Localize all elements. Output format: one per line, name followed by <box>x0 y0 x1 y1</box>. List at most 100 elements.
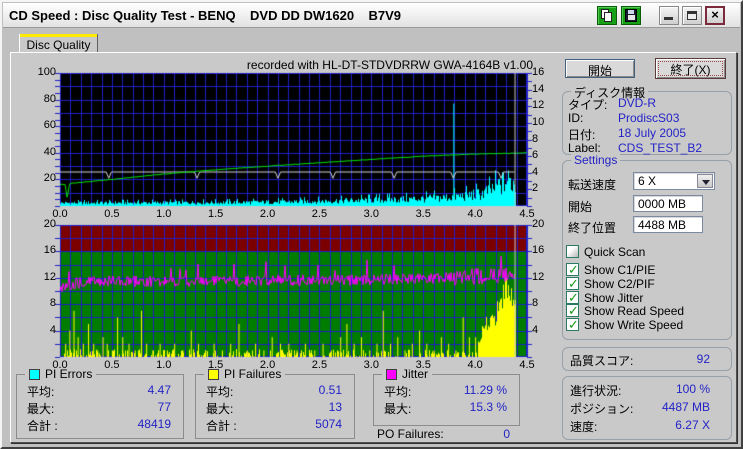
top-chart-y-right-label: 8 <box>532 132 539 145</box>
quality-score-value: 92 <box>696 352 710 366</box>
bottom-chart-y-right-label: 12 <box>532 270 545 283</box>
close-button[interactable]: × <box>705 6 725 25</box>
avg-label: 平均: <box>384 385 412 399</box>
tab-label: Disc Quality <box>26 38 91 52</box>
avg-label: 平均: <box>206 385 234 399</box>
transfer-speed-label: 転送速度 <box>568 178 617 192</box>
title-bar: CD Speed : Disc Quality Test - BENQ DVD … <box>3 3 740 28</box>
total-label: 合計 : <box>206 419 237 433</box>
copy-icon[interactable] <box>597 6 617 25</box>
checkbox-box: ✓ <box>566 303 579 318</box>
window-title: CD Speed : Disc Quality Test - BENQ DVD … <box>9 8 402 23</box>
start-button[interactable]: 開始 <box>565 59 635 78</box>
top-chart-x-label: 4.0 <box>467 208 483 220</box>
minimize-icon <box>664 17 673 20</box>
total-value: 48419 <box>137 417 171 431</box>
quality-score-label: 品質スコア: <box>570 354 634 368</box>
jitter-pif-chart-canvas <box>54 219 533 363</box>
speed-value: 6.27 X <box>675 418 710 432</box>
po-failures-value: 0 <box>503 427 510 441</box>
max-value: 77 <box>157 400 171 414</box>
maximize-button[interactable] <box>682 6 702 25</box>
top-chart-y-right-label: 16 <box>532 66 545 78</box>
jitter-swatch-icon <box>386 369 397 380</box>
bottom-chart-x-label: 4.5 <box>519 359 535 371</box>
bottom-chart-y-left-label: 16 <box>43 244 56 257</box>
disc-date-value: 18 July 2005 <box>618 126 687 140</box>
jitter-panel: Jitter 平均: 11.29 % 最大: 15.3 % <box>373 367 520 426</box>
pi-errors-chart-canvas <box>54 67 533 212</box>
bottom-chart-y-left-label: 8 <box>49 297 56 310</box>
top-chart-y-right-label: 14 <box>532 82 545 95</box>
transfer-speed-value: 6 X <box>638 174 657 188</box>
speed-label: 速度: <box>570 420 598 434</box>
app-window: CD Speed : Disc Quality Test - BENQ DVD … <box>0 0 743 449</box>
top-chart-y-right-label: 10 <box>532 115 545 128</box>
progress-value: 100 % <box>675 382 710 396</box>
bottom-chart-x-label: 2.5 <box>311 359 328 371</box>
save-icon[interactable] <box>621 6 641 25</box>
top-chart-y-left-label: 20 <box>43 172 56 185</box>
bottom-chart-y-right-label: 4 <box>532 323 539 336</box>
pi-failures-panel: PI Failures 平均: 0.51 最大: 13 合計 :5074 <box>195 367 355 439</box>
bottom-chart-x-label: 3.5 <box>415 359 431 371</box>
top-chart-x-label: 2.0 <box>259 208 276 220</box>
disc-label-value: CDS_TEST_B2 <box>618 141 703 155</box>
max-label: 最大: <box>206 402 234 416</box>
tab-disc-quality[interactable]: Disc Quality <box>19 34 98 53</box>
checkbox-box: ✓ <box>566 262 579 277</box>
bottom-chart-x-label: 4.0 <box>467 359 483 371</box>
minimize-button[interactable] <box>659 6 679 25</box>
bottom-chart-y-right-label: 20 <box>532 218 545 230</box>
top-chart-x-label: 3.5 <box>415 208 431 220</box>
top-chart-y-left-label: 80 <box>43 92 56 105</box>
start-pos-input[interactable]: 0000 MB <box>633 195 703 212</box>
top-chart-y-left-label: 60 <box>43 119 56 132</box>
page-front-icon <box>604 12 612 22</box>
top-chart-x-label: 2.5 <box>311 208 328 220</box>
top-chart-y-right-label: 6 <box>532 149 539 162</box>
total-value: 5074 <box>315 417 342 431</box>
top-chart-x-label: 1.0 <box>156 208 172 220</box>
bottom-chart-x-label: 1.5 <box>208 359 224 371</box>
position-label: ポジション: <box>570 402 634 416</box>
end-pos-label: 終了位置 <box>568 221 617 235</box>
top-chart-x-label: 0.5 <box>104 208 120 220</box>
checkbox-box: ✓ <box>566 276 579 291</box>
max-value: 13 <box>328 400 342 414</box>
transfer-speed-select[interactable]: 6 X <box>633 172 715 190</box>
bottom-chart-x-label: 0.0 <box>52 359 68 371</box>
position-value: 4487 MB <box>661 400 710 414</box>
bottom-chart-y-left-label: 20 <box>43 218 56 230</box>
chevron-down-icon[interactable] <box>697 174 713 188</box>
top-chart-x-label: 3.0 <box>363 208 379 220</box>
po-failures-label: PO Failures: <box>377 427 444 441</box>
bottom-chart-x-label: 2.0 <box>259 359 276 371</box>
stop-button[interactable]: 終了(X) <box>655 58 726 79</box>
top-chart-x-label: 1.5 <box>208 208 224 220</box>
end-pos-input[interactable]: 4488 MB <box>633 216 703 233</box>
bottom-chart-y-right-label: 8 <box>532 297 539 310</box>
total-label: 合計 : <box>27 419 58 433</box>
max-value: 15.3 % <box>469 400 507 414</box>
progress-label: 進行状況: <box>570 384 622 398</box>
top-chart-y-right-label: 2 <box>532 182 539 195</box>
bottom-chart-y-right-label: 16 <box>532 244 545 257</box>
avg-value: 0.51 <box>318 383 342 397</box>
pi-errors-swatch-icon <box>29 369 40 380</box>
start-pos-label: 開始 <box>568 200 593 214</box>
bottom-chart-x-label: 0.5 <box>104 359 120 371</box>
max-label: 最大: <box>27 402 55 416</box>
disc-id-label: ID: <box>568 111 584 125</box>
maximize-icon <box>687 11 697 20</box>
avg-value: 11.29 % <box>463 383 507 397</box>
avg-value: 4.47 <box>147 383 171 397</box>
bottom-chart-y-left-label: 12 <box>43 270 56 283</box>
top-chart-y-right-label: 4 <box>532 165 539 178</box>
settings-group-label: Settings <box>571 153 621 167</box>
top-chart-y-left-label: 40 <box>43 145 56 158</box>
top-chart-y-left-label: 100 <box>37 66 56 78</box>
top-chart-y-right-label: 12 <box>532 99 545 112</box>
tab-accent-bar <box>20 34 97 37</box>
disc-id-value: ProdiscS03 <box>618 111 680 125</box>
